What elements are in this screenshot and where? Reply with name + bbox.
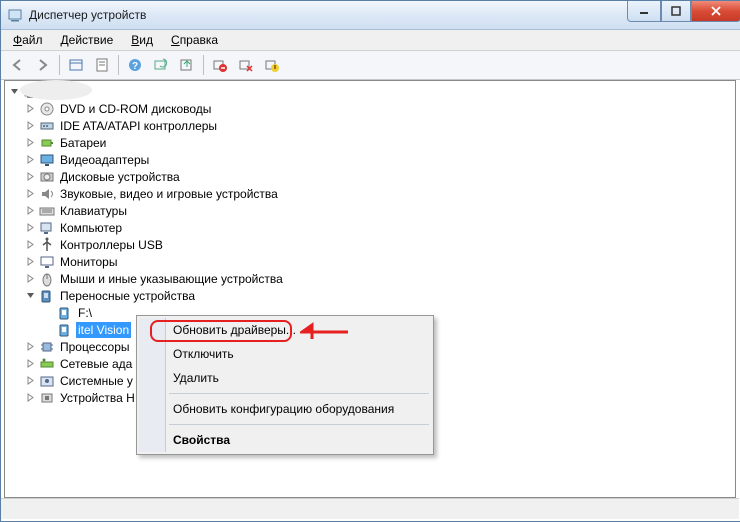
net-icon bbox=[39, 356, 55, 372]
tree-item-0[interactable]: DVD и CD-ROM дисководы bbox=[7, 100, 733, 117]
tree-item-6[interactable]: Клавиатуры bbox=[7, 202, 733, 219]
tree-label[interactable]: Процессоры bbox=[58, 339, 132, 355]
expander-icon[interactable] bbox=[25, 171, 36, 182]
close-button[interactable] bbox=[691, 1, 740, 22]
expander-icon[interactable] bbox=[25, 103, 36, 114]
tree-label[interactable]: Видеоадаптеры bbox=[58, 152, 151, 168]
expander-icon[interactable] bbox=[9, 86, 20, 97]
tree-label[interactable]: Батареи bbox=[58, 135, 108, 151]
expander-icon[interactable] bbox=[25, 205, 36, 216]
portable-dev-icon bbox=[57, 322, 73, 338]
uninstall-button[interactable] bbox=[208, 53, 232, 77]
menu-action[interactable]: Действие bbox=[53, 31, 122, 49]
keyboard-icon bbox=[39, 203, 55, 219]
tree-item-7[interactable]: Компьютер bbox=[7, 219, 733, 236]
tree-label[interactable]: Системные у bbox=[58, 373, 135, 389]
tree-label[interactable]: Сетевые ада bbox=[58, 356, 134, 372]
tree-label[interactable]: Дисковые устройства bbox=[58, 169, 182, 185]
tree-item-3[interactable]: Видеоадаптеры bbox=[7, 151, 733, 168]
scan-hardware-button[interactable] bbox=[149, 53, 173, 77]
expander-icon[interactable] bbox=[25, 154, 36, 165]
tree-item-11[interactable]: Переносные устройства bbox=[7, 287, 733, 304]
expander-icon[interactable] bbox=[25, 188, 36, 199]
battery-icon bbox=[39, 135, 55, 151]
ctx-scan-hardware[interactable]: Обновить конфигурацию оборудования bbox=[139, 397, 431, 421]
ctx-delete[interactable]: Удалить bbox=[139, 366, 431, 390]
mouse-icon bbox=[39, 271, 55, 287]
status-bar bbox=[1, 498, 739, 519]
update-driver-button[interactable] bbox=[175, 53, 199, 77]
expander-icon[interactable] bbox=[25, 290, 36, 301]
enable-button[interactable] bbox=[260, 53, 284, 77]
redaction-overlay bbox=[20, 80, 92, 100]
tree-label[interactable]: Контроллеры USB bbox=[58, 237, 165, 253]
menu-file[interactable]: Файл bbox=[5, 31, 51, 49]
tree-item-9[interactable]: Мониторы bbox=[7, 253, 733, 270]
expander-icon[interactable] bbox=[25, 273, 36, 284]
computer-icon bbox=[39, 220, 55, 236]
context-menu: Обновить драйверы... Отключить Удалить О… bbox=[136, 315, 434, 455]
tree-root[interactable] bbox=[7, 83, 733, 100]
hid-icon bbox=[39, 390, 55, 406]
tree-item-5[interactable]: Звуковые, видео и игровые устройства bbox=[7, 185, 733, 202]
sound-icon bbox=[39, 186, 55, 202]
expander-icon[interactable] bbox=[25, 256, 36, 267]
tree-item-2[interactable]: Батареи bbox=[7, 134, 733, 151]
display-icon bbox=[39, 152, 55, 168]
expander-icon[interactable] bbox=[25, 137, 36, 148]
tree-label[interactable]: Мыши и иные указывающие устройства bbox=[58, 271, 285, 287]
window-title: Диспетчер устройств bbox=[29, 8, 146, 22]
title-bar: Диспетчер устройств bbox=[1, 1, 740, 30]
properties-button[interactable] bbox=[90, 53, 114, 77]
tree-label[interactable]: Устройства H bbox=[58, 390, 137, 406]
tree-label[interactable]: Переносные устройства bbox=[58, 288, 197, 304]
help-button[interactable]: ? bbox=[123, 53, 147, 77]
tree-item-4[interactable]: Дисковые устройства bbox=[7, 168, 733, 185]
ctx-update-drivers[interactable]: Обновить драйверы... bbox=[139, 318, 431, 342]
expander-icon[interactable] bbox=[25, 392, 36, 403]
disc-icon bbox=[39, 101, 55, 117]
usb-icon bbox=[39, 237, 55, 253]
ide-icon bbox=[39, 118, 55, 134]
svg-text:?: ? bbox=[132, 61, 138, 72]
maximize-button[interactable] bbox=[661, 1, 691, 22]
expander-icon[interactable] bbox=[25, 120, 36, 131]
toolbar: ? bbox=[1, 51, 740, 80]
disable-button[interactable] bbox=[234, 53, 258, 77]
monitor-icon bbox=[39, 254, 55, 270]
ctx-properties[interactable]: Свойства bbox=[139, 428, 431, 452]
expander-icon[interactable] bbox=[25, 341, 36, 352]
expander-icon[interactable] bbox=[43, 307, 54, 318]
expander-icon[interactable] bbox=[25, 375, 36, 386]
system-icon bbox=[39, 373, 55, 389]
menu-help[interactable]: Справка bbox=[163, 31, 226, 49]
expander-icon[interactable] bbox=[43, 324, 54, 335]
tree-item-8[interactable]: Контроллеры USB bbox=[7, 236, 733, 253]
app-icon bbox=[7, 7, 23, 23]
menu-bar: Файл Действие Вид Справка bbox=[1, 30, 740, 51]
ctx-disable[interactable]: Отключить bbox=[139, 342, 431, 366]
back-button[interactable] bbox=[5, 53, 29, 77]
portable-dev-icon bbox=[57, 305, 73, 321]
tree-item-1[interactable]: IDE ATA/ATAPI контроллеры bbox=[7, 117, 733, 134]
expander-icon[interactable] bbox=[25, 239, 36, 250]
forward-button[interactable] bbox=[31, 53, 55, 77]
tree-label[interactable]: F:\ bbox=[76, 305, 94, 321]
expander-icon[interactable] bbox=[25, 222, 36, 233]
expander-icon[interactable] bbox=[25, 358, 36, 369]
menu-view[interactable]: Вид bbox=[123, 31, 161, 49]
tree-label[interactable]: IDE ATA/ATAPI контроллеры bbox=[58, 118, 219, 134]
tree-label[interactable]: Клавиатуры bbox=[58, 203, 129, 219]
show-hide-button[interactable] bbox=[64, 53, 88, 77]
tree-label[interactable]: Компьютер bbox=[58, 220, 124, 236]
tree-label[interactable]: Мониторы bbox=[58, 254, 119, 270]
tree-label[interactable]: DVD и CD-ROM дисководы bbox=[58, 101, 213, 117]
tree-label[interactable]: Звуковые, видео и игровые устройства bbox=[58, 186, 280, 202]
disk-icon bbox=[39, 169, 55, 185]
portable-icon bbox=[39, 288, 55, 304]
minimize-button[interactable] bbox=[627, 1, 661, 22]
tree-item-10[interactable]: Мыши и иные указывающие устройства bbox=[7, 270, 733, 287]
tree-label[interactable]: itel Vision bbox=[76, 322, 131, 338]
cpu-icon bbox=[39, 339, 55, 355]
